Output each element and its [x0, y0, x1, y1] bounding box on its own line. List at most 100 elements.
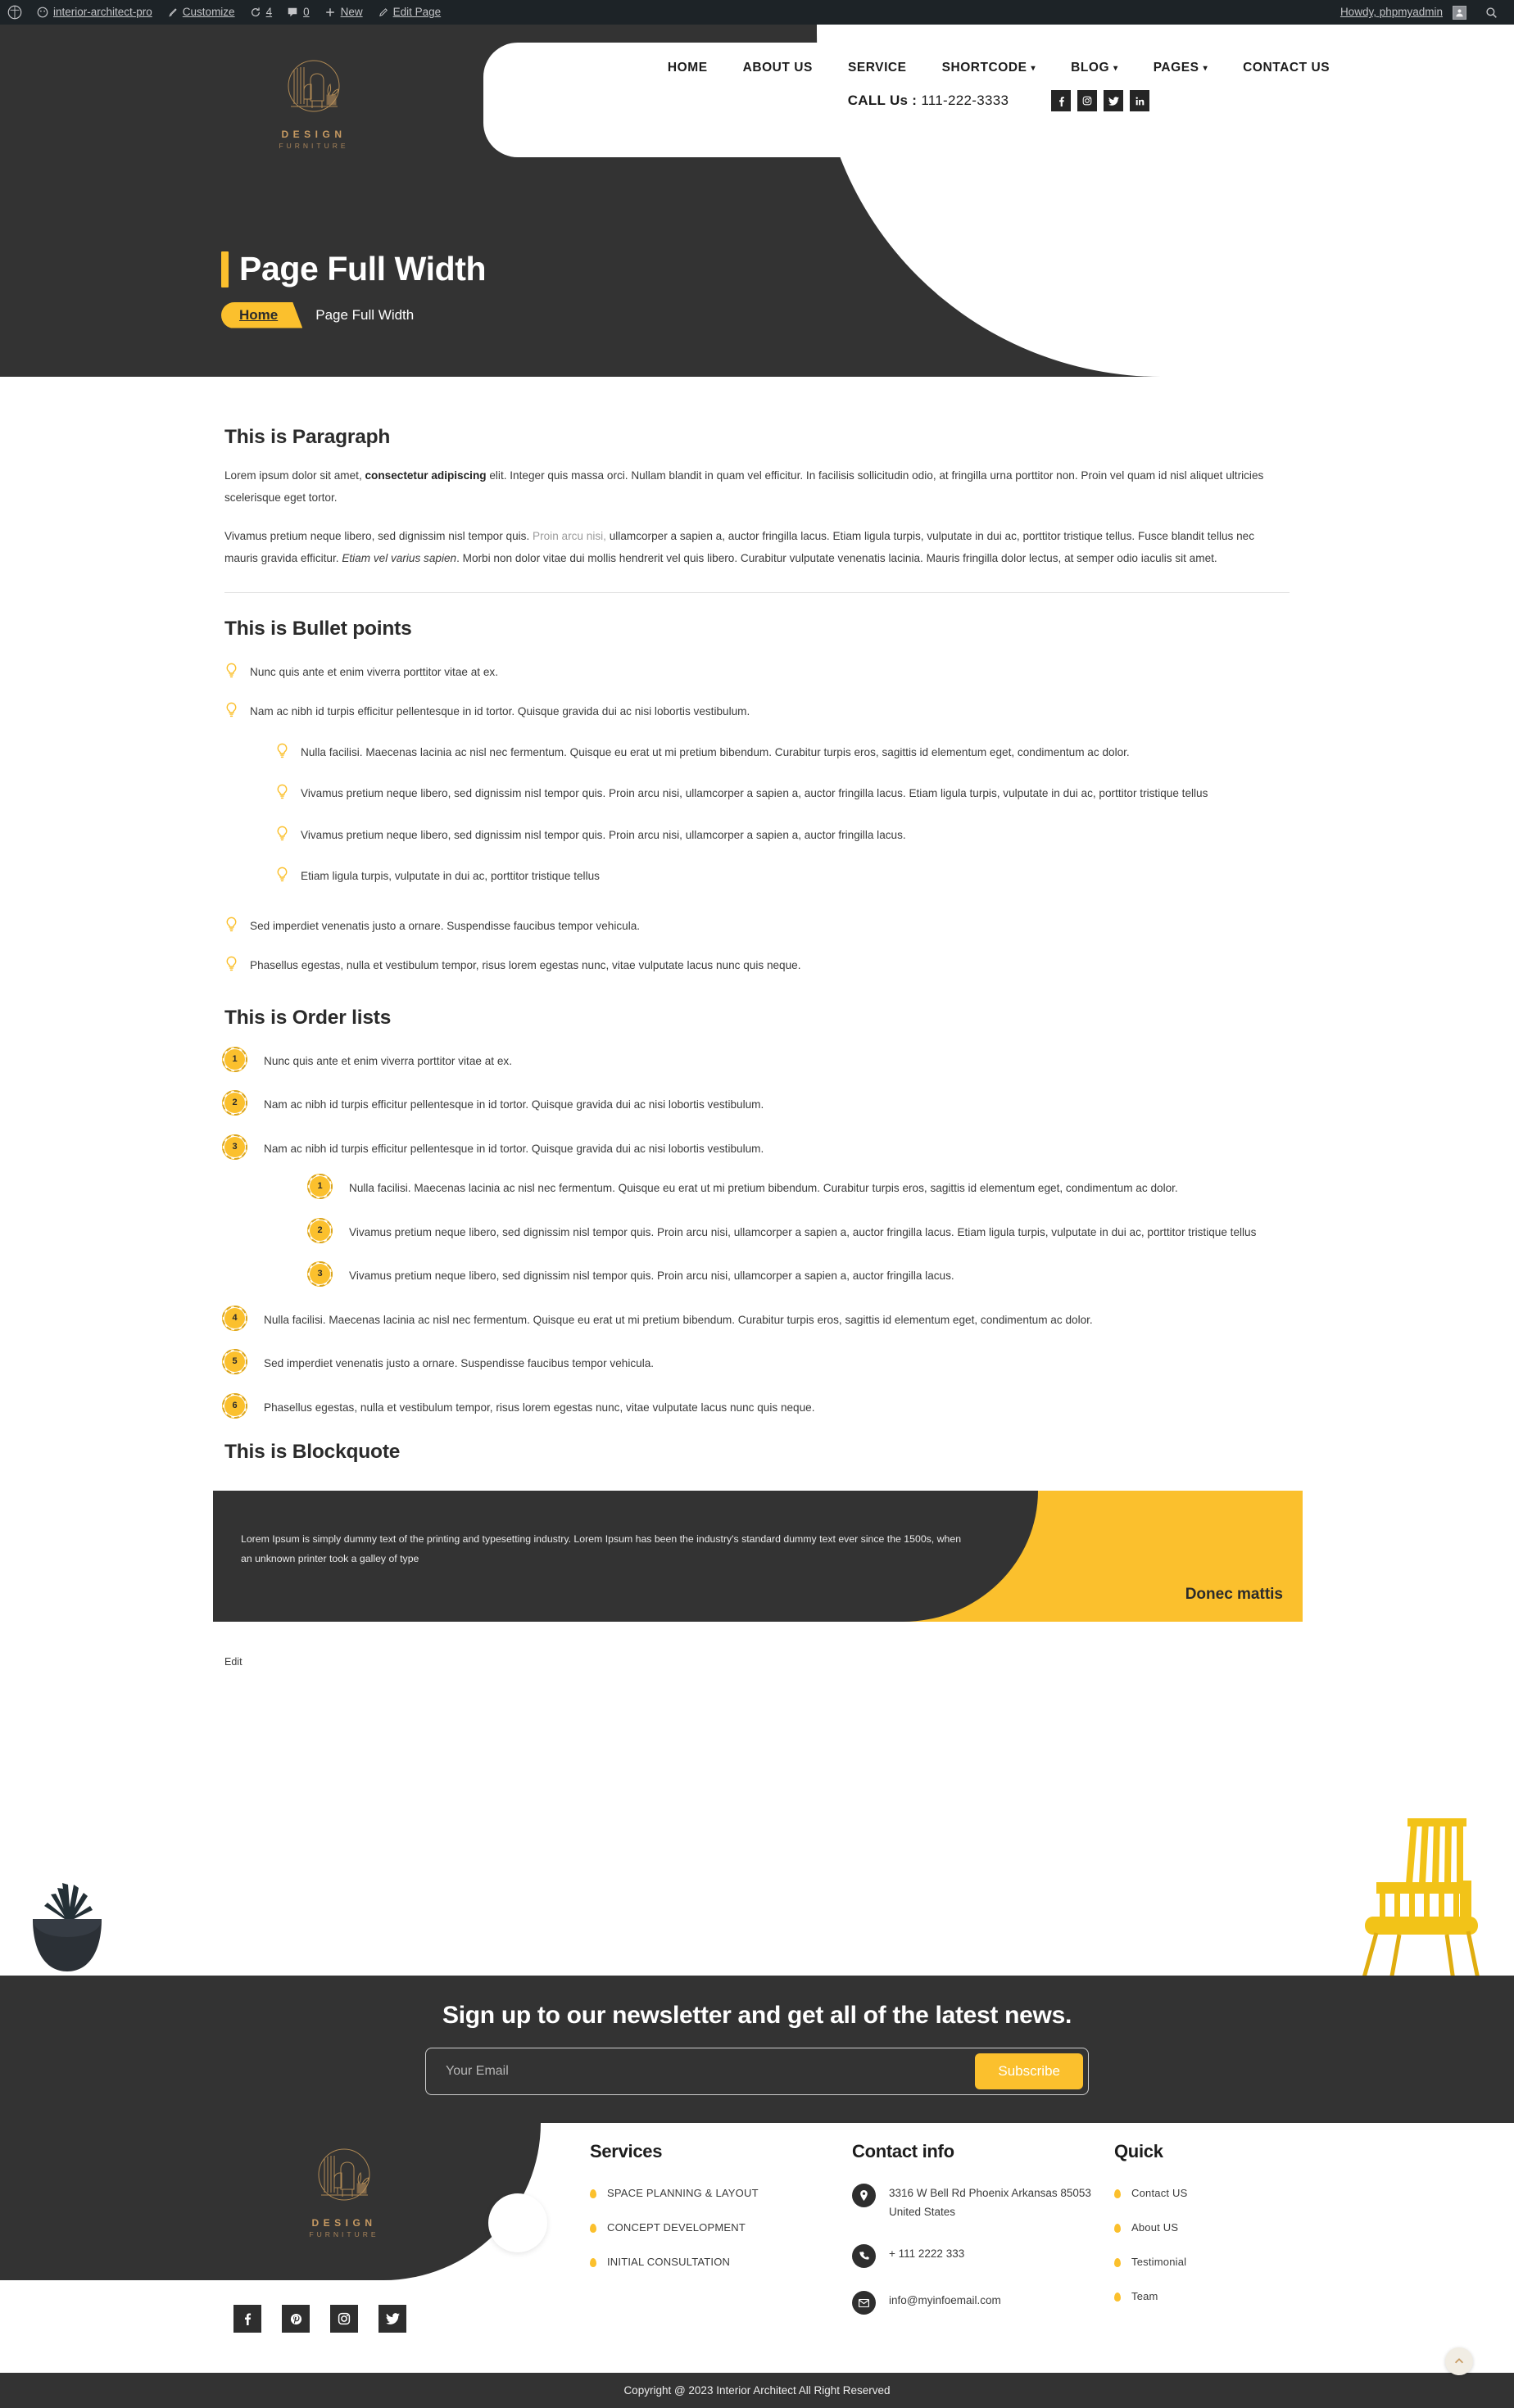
footer-decorative-circle — [488, 2193, 547, 2252]
list-item[interactable]: Testimonial — [1114, 2256, 1376, 2268]
call-us-label: CALL Us : — [847, 93, 918, 108]
admin-search-button[interactable] — [1474, 7, 1507, 19]
social-link-instagram[interactable] — [1077, 90, 1098, 111]
paragraph-2-link[interactable]: Proin arcu nisi, — [533, 530, 606, 542]
instagram-icon — [1082, 96, 1092, 106]
paragraph-2: Vivamus pretium neque libero, sed dignis… — [224, 525, 1290, 570]
footer-logo[interactable]: DESIGN FURNITURE — [270, 2144, 418, 2238]
contact-info-list: 3316 W Bell Rd Phoenix Arkansas 85053 Un… — [852, 2184, 1114, 2315]
contact-email-row[interactable]: info@myinfoemail.com — [852, 2291, 1114, 2315]
breadcrumb-home[interactable]: Home — [221, 302, 303, 328]
list-item: Vivamus pretium neque libero, sed dignis… — [275, 783, 1290, 805]
list-item: 3 Nam ac nibh id turpis efficitur pellen… — [222, 1134, 1290, 1288]
list-item-text: Sed imperdiet venenatis justo a ornare. … — [250, 919, 641, 932]
main-content: This is Paragraph Lorem ipsum dolor sit … — [0, 426, 1514, 1718]
list-number-badge: 4 — [222, 1305, 247, 1331]
user-icon — [1456, 8, 1463, 16]
nav-item-shortcode[interactable]: SHORTCODE ▾ — [942, 61, 1036, 75]
list-item-text: INITIAL CONSULTATION — [607, 2256, 731, 2268]
contact-phone-row[interactable]: + 111 2222 333 — [852, 2244, 1114, 2269]
nav-label: BLOG — [1071, 61, 1110, 75]
list-item[interactable]: CONCEPT DEVELOPMENT — [590, 2221, 852, 2234]
list-item: 1 Nulla facilisi. Maecenas lacinia ac ni… — [307, 1174, 1290, 1200]
nav-item-service[interactable]: SERVICE — [848, 61, 907, 75]
social-link-instagram[interactable] — [330, 2305, 358, 2333]
copyright-text: Copyright @ 2023 Interior Architect All … — [623, 2384, 891, 2397]
list-item: Vivamus pretium neque libero, sed dignis… — [275, 825, 1290, 847]
social-link-facebook[interactable] — [233, 2305, 261, 2333]
nav-item-blog[interactable]: BLOG ▾ — [1071, 61, 1118, 75]
site-header: DESIGN FURNITURE HOME ABOUT US SERVICE S… — [0, 25, 1514, 377]
admin-bar-left: interior-architect-pro Customize 4 0 New… — [0, 0, 448, 25]
nav-item-contact-us[interactable]: CONTACT US — [1243, 61, 1330, 75]
list-item[interactable]: About US — [1114, 2221, 1376, 2234]
lightbulb-bullet-icon — [275, 784, 289, 799]
list-item[interactable]: SPACE PLANNING & LAYOUT — [590, 2187, 852, 2199]
new-content-button[interactable]: New — [317, 0, 370, 25]
wordpress-icon — [7, 5, 22, 20]
logo-name: DESIGN — [281, 129, 347, 140]
customize-button[interactable]: Customize — [160, 0, 243, 25]
lightbulb-bullet-icon — [275, 867, 289, 882]
search-icon — [1486, 7, 1497, 18]
twitter-icon — [385, 2313, 400, 2324]
bullet-dot-icon — [1114, 2293, 1121, 2302]
lightbulb-bullet-icon — [275, 826, 289, 841]
instagram-icon — [338, 2312, 351, 2325]
site-name-button[interactable]: interior-architect-pro — [29, 0, 160, 25]
nav-label: HOME — [667, 61, 708, 75]
edit-post-link[interactable]: Edit — [224, 1656, 243, 1668]
nav-item-pages[interactable]: PAGES ▾ — [1154, 61, 1208, 75]
scroll-to-top-button[interactable] — [1445, 2347, 1473, 2375]
list-item: Phasellus egestas, nulla et vestibulum t… — [224, 955, 1290, 977]
nested-ordered-list: 1 Nulla facilisi. Maecenas lacinia ac ni… — [307, 1174, 1290, 1288]
list-item[interactable]: INITIAL CONSULTATION — [590, 2256, 852, 2268]
social-link-twitter[interactable] — [378, 2305, 406, 2333]
newsletter-form: Subscribe — [425, 2048, 1089, 2095]
yellow-chair-image — [1361, 1818, 1480, 1981]
social-link-facebook[interactable] — [1051, 90, 1072, 111]
list-item-text: Nam ac nibh id turpis efficitur pellente… — [250, 705, 750, 718]
list-number-badge: 1 — [222, 1046, 247, 1072]
pinterest-icon — [290, 2313, 301, 2324]
page-root: interior-architect-pro Customize 4 0 New… — [0, 0, 1514, 2408]
wp-logo-button[interactable] — [0, 0, 29, 25]
comments-button[interactable]: 0 — [279, 0, 317, 25]
contact-address: 3316 W Bell Rd Phoenix Arkansas 85053 Un… — [889, 2187, 1091, 2219]
email-input[interactable] — [426, 2049, 976, 2093]
list-item-text: Vivamus pretium neque libero, sed dignis… — [349, 1270, 954, 1283]
social-link-pinterest[interactable] — [282, 2305, 310, 2333]
social-link-linkedin[interactable] — [1130, 90, 1150, 111]
potted-plant-image — [33, 1883, 102, 1971]
call-us-number[interactable]: 111-222-3333 — [921, 93, 1009, 108]
nav-item-about-us[interactable]: ABOUT US — [743, 61, 813, 75]
contact-email: info@myinfoemail.com — [889, 2294, 1001, 2307]
footer-column-title: Quick — [1114, 2141, 1163, 2161]
header-contact-row: CALL Us : 111-222-3333 — [483, 75, 1514, 111]
list-item[interactable]: Team — [1114, 2290, 1376, 2302]
howdy-label: Howdy, phpmyadmin — [1339, 6, 1443, 18]
chevron-down-icon: ▾ — [1031, 64, 1036, 73]
social-link-twitter[interactable] — [1104, 90, 1124, 111]
breadcrumb-current: Page Full Width — [315, 306, 415, 323]
list-item-text: CONCEPT DEVELOPMENT — [607, 2221, 746, 2234]
list-item: 6 Phasellus egestas, nulla et vestibulum… — [222, 1392, 1290, 1419]
my-account-button[interactable]: Howdy, phpmyadmin — [1328, 0, 1474, 25]
edit-page-button[interactable]: Edit Page — [370, 0, 449, 25]
facebook-icon — [1058, 96, 1064, 106]
updates-button[interactable]: 4 — [243, 0, 280, 25]
blockquote-author: Donec mattis — [1185, 1586, 1283, 1604]
list-item: Nulla facilisi. Maecenas lacinia ac nisl… — [275, 742, 1290, 764]
list-item-text: Contact US — [1131, 2187, 1188, 2199]
comments-count: 0 — [303, 6, 310, 18]
site-logo[interactable]: DESIGN FURNITURE — [236, 56, 392, 150]
nav-item-home[interactable]: HOME — [668, 61, 708, 75]
list-item: Etiam ligula turpis, vulputate in dui ac… — [275, 866, 1290, 888]
nav-label: SERVICE — [847, 61, 907, 75]
chevron-up-icon — [1455, 2358, 1463, 2364]
subscribe-button[interactable]: Subscribe — [975, 2053, 1083, 2089]
list-item[interactable]: Contact US — [1114, 2187, 1376, 2199]
logo-subtitle: FURNITURE — [279, 142, 349, 150]
list-item: 2 Vivamus pretium neque libero, sed dign… — [307, 1217, 1290, 1244]
pencil-icon — [378, 7, 388, 16]
